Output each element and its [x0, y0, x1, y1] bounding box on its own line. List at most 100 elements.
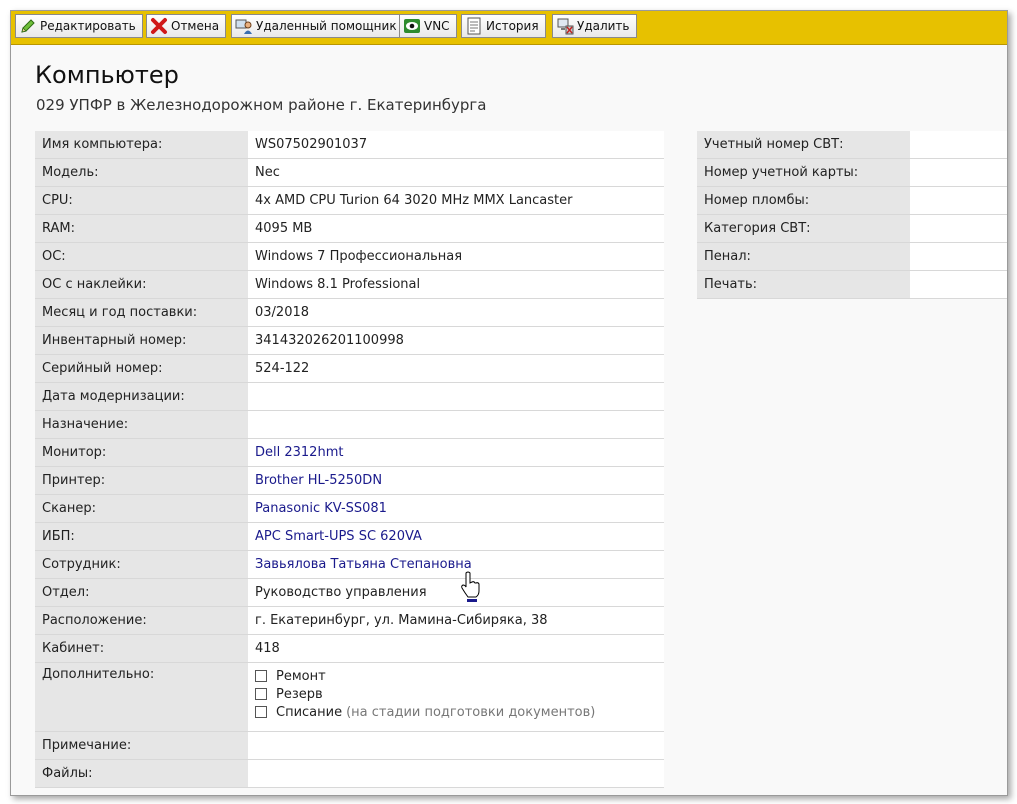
- property-value: [910, 158, 1007, 187]
- writeoff-hint: (на стадии подготовки документов): [346, 704, 596, 720]
- property-label: Имя компьютера:: [35, 131, 248, 159]
- property-label: Монитор:: [35, 438, 248, 467]
- property-value: 524-122: [248, 354, 664, 383]
- property-label: ОС с наклейки:: [35, 270, 248, 299]
- writeoff-checkbox-row[interactable]: Списание (на стадии подготовки документо…: [255, 703, 657, 721]
- toolbar: Редактировать Отмена Удаленный помощник …: [11, 11, 1007, 45]
- hand-cursor-icon: [461, 571, 480, 602]
- table-row: Принтер: Brother HL-5250DN: [35, 466, 664, 495]
- writeoff-checkbox[interactable]: [255, 706, 267, 718]
- monitor-link[interactable]: Dell 2312hmt: [255, 445, 343, 460]
- reserve-checkbox[interactable]: [255, 688, 267, 700]
- property-value: 4x AMD CPU Turion 64 3020 MHz MMX Lancas…: [248, 186, 664, 215]
- table-row: RAM: 4095 MB: [35, 214, 664, 243]
- edit-button-label: Редактировать: [40, 19, 136, 33]
- page-subtitle: 029 УПФР в Железнодорожном районе г. Ека…: [36, 96, 487, 114]
- property-label: Сотрудник:: [35, 550, 248, 579]
- edit-button[interactable]: Редактировать: [15, 14, 143, 38]
- vnc-eye-icon: [404, 19, 420, 33]
- table-row: ОС: Windows 7 Профессиональная: [35, 242, 664, 271]
- table-row: Печать:: [697, 270, 1007, 299]
- property-value: WS07502901037: [248, 131, 664, 159]
- history-button[interactable]: История: [461, 14, 546, 38]
- property-label: Учетный номер СВТ:: [697, 131, 910, 159]
- property-value: Nec: [248, 158, 664, 187]
- printer-link[interactable]: Brother HL-5250DN: [255, 473, 382, 488]
- table-row: Имя компьютера: WS07502901037: [35, 131, 664, 159]
- property-value: [910, 270, 1007, 299]
- remote-assistant-icon: [235, 19, 252, 34]
- property-label: ОС:: [35, 242, 248, 271]
- property-value: [910, 186, 1007, 215]
- table-row: ИБП: APC Smart-UPS SC 620VA: [35, 522, 664, 551]
- computer-card-window: Редактировать Отмена Удаленный помощник …: [10, 10, 1008, 796]
- property-value: Руководство управления: [248, 578, 664, 607]
- table-row: Дата модернизации:: [35, 382, 664, 411]
- vnc-button-label: VNC: [424, 19, 450, 33]
- extra-options: Ремонт Резерв Списание (на стадии подгот…: [248, 662, 664, 732]
- property-label: CPU:: [35, 186, 248, 215]
- property-label: Принтер:: [35, 466, 248, 495]
- table-row: Примечание:: [35, 731, 664, 760]
- delete-computer-icon: [557, 18, 574, 35]
- property-value: г. Екатеринбург, ул. Мамина-Сибиряка, 38: [248, 606, 664, 635]
- table-row: CPU: 4x AMD CPU Turion 64 3020 MHz MMX La…: [35, 186, 664, 215]
- property-label: RAM:: [35, 214, 248, 243]
- property-label: Сканер:: [35, 494, 248, 523]
- property-label: Пенал:: [697, 242, 910, 271]
- property-value: [910, 131, 1007, 159]
- cancel-button-label: Отмена: [171, 19, 220, 33]
- property-label: Модель:: [35, 158, 248, 187]
- repair-checkbox-label: Ремонт: [276, 668, 326, 684]
- property-label: Расположение:: [35, 606, 248, 635]
- accounting-properties-table: Учетный номер СВТ: Номер учетной карты: …: [697, 131, 1007, 299]
- property-value: [910, 242, 1007, 271]
- red-x-icon: [151, 18, 167, 34]
- history-document-icon: [467, 17, 481, 35]
- property-value: Windows 7 Профессиональная: [248, 242, 664, 271]
- table-row: Модель: Nec: [35, 158, 664, 187]
- table-row: Отдел: Руководство управления: [35, 578, 664, 607]
- cancel-button[interactable]: Отмена: [146, 14, 227, 38]
- table-row: Сканер: Panasonic KV-SS081: [35, 494, 664, 523]
- property-value: [248, 731, 664, 760]
- property-value: 03/2018: [248, 298, 664, 327]
- property-value: [910, 214, 1007, 243]
- table-row: Номер учетной карты:: [697, 158, 1007, 187]
- ups-link[interactable]: APC Smart-UPS SC 620VA: [255, 529, 422, 544]
- property-label: Категория СВТ:: [697, 214, 910, 243]
- property-label: Дополнительно:: [35, 662, 248, 732]
- repair-checkbox-row[interactable]: Ремонт: [255, 667, 657, 685]
- remote-assistant-button[interactable]: Удаленный помощник: [231, 14, 404, 38]
- delete-button[interactable]: Удалить: [552, 14, 637, 38]
- table-row: ОС с наклейки: Windows 8.1 Professional: [35, 270, 664, 299]
- table-row: Пенал:: [697, 242, 1007, 271]
- property-label: Файлы:: [35, 759, 248, 788]
- repair-checkbox[interactable]: [255, 670, 267, 682]
- property-label: Серийный номер:: [35, 354, 248, 383]
- scanner-link[interactable]: Panasonic KV-SS081: [255, 501, 387, 516]
- table-row: Монитор: Dell 2312hmt: [35, 438, 664, 467]
- property-label: Номер учетной карты:: [697, 158, 910, 187]
- property-label: Номер пломбы:: [697, 186, 910, 215]
- table-row: Серийный номер: 524-122: [35, 354, 664, 383]
- property-label: Инвентарный номер:: [35, 326, 248, 355]
- reserve-checkbox-row[interactable]: Резерв: [255, 685, 657, 703]
- vnc-button[interactable]: VNC: [399, 14, 457, 38]
- employee-link[interactable]: Завьялова Татьяна Степановна: [255, 557, 472, 572]
- table-row: Назначение:: [35, 410, 664, 439]
- computer-properties-table: Имя компьютера: WS07502901037 Модель: Nec …: [35, 131, 664, 788]
- table-row: Учетный номер СВТ:: [697, 131, 1007, 159]
- property-value: [248, 382, 664, 411]
- pencil-icon: [21, 19, 35, 33]
- property-label: Месяц и год поставки:: [35, 298, 248, 327]
- table-row: Файлы:: [35, 759, 664, 788]
- reserve-checkbox-label: Резерв: [276, 686, 323, 702]
- property-value: [248, 410, 664, 439]
- table-row: Месяц и год поставки: 03/2018: [35, 298, 664, 327]
- table-row: Расположение: г. Екатеринбург, ул. Мамина…: [35, 606, 664, 635]
- property-label: Отдел:: [35, 578, 248, 607]
- property-label: Примечание:: [35, 731, 248, 760]
- property-value: 341432026201100998: [248, 326, 664, 355]
- writeoff-checkbox-label: Списание: [276, 704, 343, 720]
